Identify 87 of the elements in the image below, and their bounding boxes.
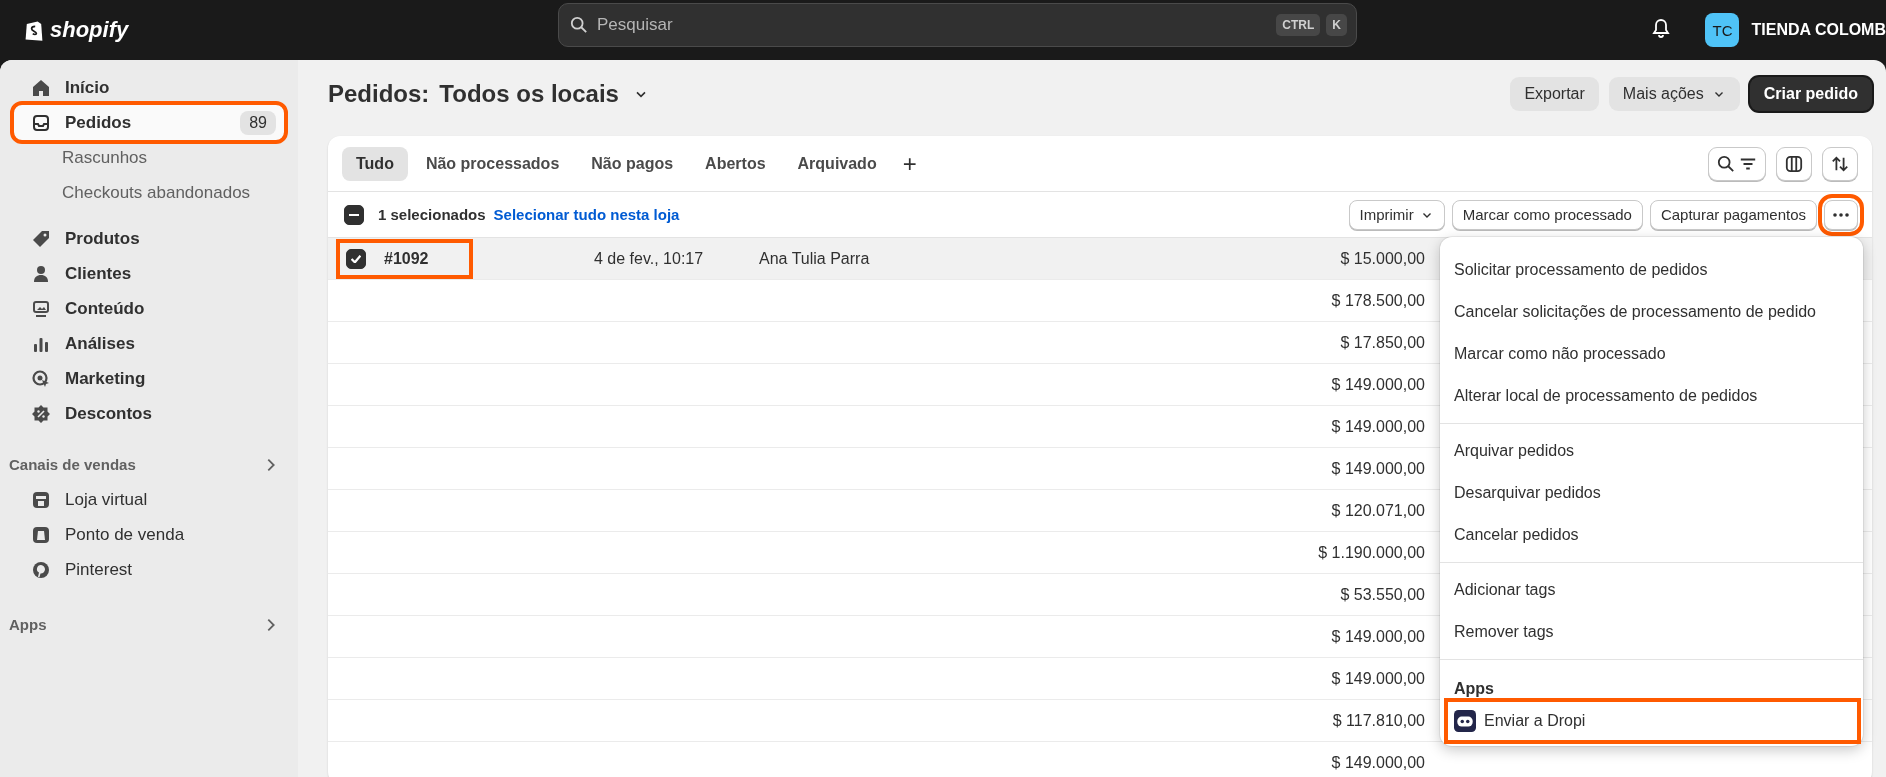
select-all-checkbox[interactable] — [344, 204, 364, 225]
dropdown-button[interactable]: Imprimir — [1348, 199, 1445, 230]
nav-item[interactable]: Marketing — [14, 361, 284, 396]
nav-subitem[interactable]: Rascunhos — [9, 140, 284, 175]
menu-item[interactable]: Alterar local de processamento de pedidos — [1440, 375, 1863, 417]
action-button[interactable]: Marcar como processado — [1451, 199, 1643, 230]
menu-item[interactable]: Remover tags — [1440, 611, 1863, 653]
menu-item[interactable]: Adicionar tags — [1440, 569, 1863, 611]
action-button[interactable]: Capturar pagamentos — [1649, 199, 1817, 230]
ellipsis-icon — [1833, 212, 1849, 217]
order-number[interactable]: #1092 — [384, 249, 429, 268]
home-icon — [31, 77, 51, 98]
export-button[interactable]: Exportar — [1510, 77, 1599, 111]
shortcut-key: K — [1326, 14, 1347, 36]
dropdown-button[interactable]: Mais ações — [1608, 77, 1740, 111]
image-monitor-icon — [31, 298, 51, 319]
menu-item[interactable]: Desarquivar pedidos — [1440, 472, 1863, 514]
table-cell: $ 178.500,00 — [1331, 291, 1425, 310]
table-cell: $ 149.000,00 — [1331, 375, 1425, 394]
menu-heading: Apps — [1453, 679, 1495, 699]
table-cell: $ 149.000,00 — [1331, 669, 1425, 688]
add-tab-button[interactable]: + — [894, 149, 925, 178]
minus-icon — [349, 213, 359, 216]
tab[interactable]: Não pagos — [577, 146, 688, 181]
nav-item[interactable]: Pinterest — [14, 552, 284, 587]
checkmark-icon — [351, 254, 361, 263]
count-badge: 89 — [240, 110, 276, 135]
menu-item[interactable]: Solicitar processamento de pedidos — [1440, 249, 1863, 291]
nav-subitem[interactable]: Checkouts abandonados — [9, 175, 284, 210]
table-cell-text: Ana Tulia Parra — [759, 249, 871, 268]
nav-item[interactable]: Análises — [14, 326, 284, 361]
shortcut-key: CTRL — [1276, 14, 1321, 36]
shopping-bag-icon — [31, 524, 51, 545]
section-heading[interactable]: Apps — [9, 616, 47, 633]
percent-badge-icon — [31, 403, 51, 424]
store-name[interactable]: TIENDA COLOMB — [1751, 21, 1886, 39]
target-cursor-icon — [31, 368, 51, 389]
sort-arrows-icon — [1831, 154, 1849, 173]
tab[interactable]: Abertos — [691, 146, 780, 181]
table-cell: $ 17.850,00 — [1340, 333, 1425, 352]
page-title: Pedidos: — [328, 80, 430, 108]
person-icon — [31, 263, 51, 284]
table-cell: $ 149.000,00 — [1331, 459, 1425, 478]
nav-item[interactable]: Produtos — [14, 221, 284, 256]
table-cell-text: 4 de fev., 10:17 — [594, 249, 705, 268]
search-icon — [570, 16, 588, 34]
table-cell: $ 1.190.000,00 — [1318, 543, 1425, 562]
table-cell: $ 120.071,00 — [1331, 501, 1425, 520]
avatar[interactable]: TC — [1705, 13, 1740, 47]
nav-item[interactable]: Conteúdo — [14, 291, 284, 326]
storefront-icon — [31, 489, 51, 510]
row-checkbox[interactable] — [346, 248, 366, 269]
robot-app-icon — [1454, 710, 1476, 732]
selection-count: 1 selecionados — [378, 206, 486, 223]
create-button[interactable]: Criar pedido — [1749, 77, 1872, 111]
logo-text: shopify — [50, 17, 129, 43]
tab[interactable]: Não processados — [411, 146, 574, 181]
sort-button[interactable] — [1822, 146, 1858, 181]
menu-item[interactable]: Cancelar pedidos — [1440, 514, 1863, 556]
bell-icon[interactable] — [1651, 18, 1672, 38]
table-cell: $ 149.000,00 — [1331, 627, 1425, 646]
section-heading[interactable]: Canais de vendas — [9, 456, 136, 473]
menu-item[interactable]: Enviar a Dropi — [1446, 700, 1859, 742]
columns-icon — [1785, 154, 1803, 173]
table-cell: $ 15.000,00 — [1340, 249, 1425, 268]
columns-button[interactable] — [1776, 146, 1812, 181]
select-all-link[interactable]: Selecionar tudo nesta loja — [493, 206, 680, 223]
tab[interactable]: Arquivado — [783, 146, 891, 181]
tag-icon — [31, 228, 51, 249]
location-selector[interactable]: Todos os locais — [439, 80, 619, 108]
nav-item[interactable]: Descontos — [14, 396, 284, 431]
nav-item[interactable]: Início — [14, 70, 284, 105]
table-cell: $ 53.550,00 — [1340, 585, 1425, 604]
table-cell: $ 149.000,00 — [1331, 417, 1425, 436]
table-cell: $ 149.000,00 — [1331, 753, 1425, 772]
search-icon — [1717, 154, 1735, 173]
tab[interactable]: Tudo — [342, 146, 408, 181]
inbox-icon — [31, 112, 51, 133]
pin-logo-icon — [31, 559, 51, 580]
table-cell: $ 117.810,00 — [1332, 711, 1425, 730]
menu-item[interactable]: Marcar como não processado — [1440, 333, 1863, 375]
nav-item[interactable]: Loja virtual — [14, 482, 284, 517]
nav-item[interactable]: Ponto de venda — [14, 517, 284, 552]
search-filter-button[interactable] — [1708, 146, 1766, 181]
nav-item[interactable]: Clientes — [14, 256, 284, 291]
menu-item[interactable]: Cancelar solicitações de processamento de pedido — [1440, 291, 1863, 333]
menu-item[interactable]: Arquivar pedidos — [1440, 430, 1863, 472]
